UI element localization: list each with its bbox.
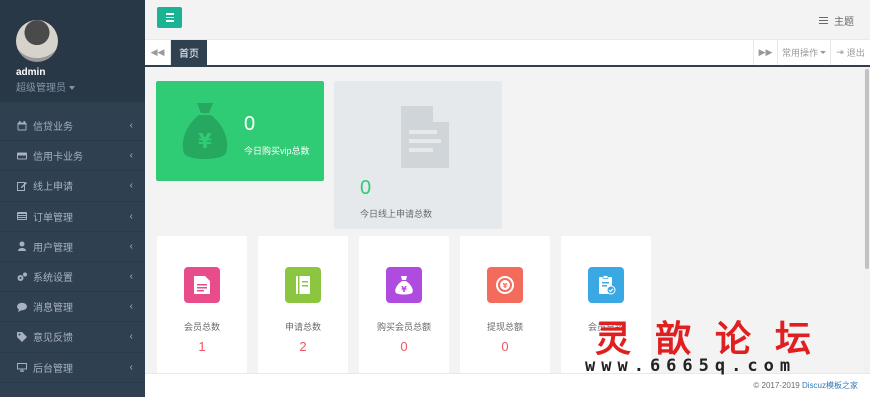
card-label: 会员总数 <box>183 322 220 332</box>
sidebar-nav: 信贷业务 ‹ 信用卡业务 ‹ 线上申请 ‹ 订单管理 ‹ 用户管理 ‹ 系统设置… <box>0 111 145 383</box>
card-label: 提现总额 <box>486 322 523 332</box>
tag-icon <box>16 331 28 343</box>
sidebar-item-settings[interactable]: 系统设置 ‹ <box>0 262 145 293</box>
card-value: 0 <box>501 339 509 354</box>
user-icon <box>16 240 28 252</box>
profile-role: 超级管理员 <box>16 83 66 94</box>
card-label: 会员总数 <box>587 322 624 332</box>
profile-role-dropdown[interactable]: 超级管理员 <box>16 79 145 94</box>
logout-button[interactable]: ⇥ 退出 <box>830 40 870 65</box>
logout-label: 退出 <box>846 48 865 58</box>
chevron-left-icon: ‹ <box>129 331 133 343</box>
chevron-left-icon: ‹ <box>129 180 133 192</box>
chevron-left-icon: ‹ <box>129 120 133 132</box>
common-ops-dropdown[interactable]: 常用操作 <box>777 40 830 65</box>
stat-card-withdraw[interactable]: ¥ 提现总额 0 <box>460 236 550 373</box>
card-label: 申请总数 <box>284 322 321 332</box>
notebook-icon <box>285 267 321 303</box>
content-scrollbar[interactable] <box>864 67 870 373</box>
tab-home[interactable]: 首页 <box>171 40 207 65</box>
sidebar-item-label: 用户管理 <box>33 242 73 254</box>
tab-scroll-left-button[interactable]: ◀◀ <box>145 40 171 65</box>
chevron-left-icon: ‹ <box>129 301 133 313</box>
desktop-icon <box>16 361 28 373</box>
sidebar-item-label: 信用卡业务 <box>33 152 83 164</box>
footer: © 2017-2019 Discuz模板之家 <box>145 373 870 397</box>
sidebar-item-users[interactable]: 用户管理 ‹ <box>0 232 145 262</box>
edit-icon <box>16 180 28 192</box>
vip-purchase-stat: ¥ 0 今日购买vip总数 <box>156 81 324 181</box>
clipboard-check-icon <box>588 267 624 303</box>
sidebar-item-loan[interactable]: 信贷业务 ‹ <box>0 111 145 142</box>
profile-username: admin <box>16 67 46 78</box>
svg-text:¥: ¥ <box>198 129 212 153</box>
sidebar-item-label: 信贷业务 <box>33 122 73 134</box>
sidebar-item-credit-card[interactable]: 信用卡业务 ‹ <box>0 141 145 172</box>
sidebar-item-label: 后台管理 <box>33 363 73 375</box>
footer-link[interactable]: Discuz模板之家 <box>802 381 858 390</box>
chevron-left-icon: ‹ <box>129 210 133 222</box>
gears-icon <box>16 271 28 283</box>
caret-down-icon <box>69 86 75 91</box>
stat-card-members[interactable]: 会员总数 1 <box>157 236 247 373</box>
common-ops-label: 常用操作 <box>781 48 818 58</box>
theme-icon <box>819 17 828 24</box>
scrollbar-thumb[interactable] <box>865 69 869 269</box>
card-value: 2 <box>299 339 307 354</box>
tab-scroll-right-button[interactable]: ▶▶ <box>753 40 777 65</box>
avatar[interactable] <box>16 20 58 62</box>
stat-card-members-2[interactable]: 会员总数 <box>561 236 651 373</box>
card-label: 购买会员总额 <box>376 322 431 332</box>
list-icon <box>16 210 28 222</box>
online-apply-stat: 0 今日线上申请总数 <box>334 81 502 229</box>
sidebar-item-label: 意见反馈 <box>33 333 73 345</box>
chevron-left-icon: ‹ <box>129 271 133 283</box>
sidebar-item-online-apply[interactable]: 线上申请 ‹ <box>0 171 145 202</box>
document-icon <box>401 106 449 168</box>
member-document-icon <box>184 267 220 303</box>
chevron-left-icon: ‹ <box>129 240 133 252</box>
sidebar-item-messages[interactable]: 消息管理 ‹ <box>0 292 145 323</box>
sign-out-icon: ⇥ <box>836 47 844 57</box>
card-value: 0 <box>400 339 408 354</box>
copyright: © 2017-2019 Discuz模板之家 <box>753 380 858 391</box>
top-bar: 主题 <box>145 0 870 40</box>
theme-label: 主题 <box>834 17 854 28</box>
backward-icon: ◀◀ <box>150 47 165 57</box>
comment-icon <box>16 301 28 313</box>
calendar-icon <box>16 120 28 132</box>
vip-purchase-count: 0 <box>244 113 256 135</box>
online-apply-count: 0 <box>360 177 372 199</box>
copyright-text: © 2017-2019 <box>753 381 802 390</box>
card-value: 1 <box>198 339 206 354</box>
svg-text:¥: ¥ <box>503 282 508 290</box>
svg-text:¥: ¥ <box>401 285 407 294</box>
money-bag-icon: ¥ <box>182 103 228 159</box>
theme-button[interactable]: 主题 <box>819 13 854 28</box>
tab-bar: ◀◀ 首页 ▶▶ 常用操作 ⇥ 退出 <box>145 40 870 67</box>
sidebar-item-label: 订单管理 <box>33 212 73 224</box>
money-bag-icon: ¥ <box>386 267 422 303</box>
sidebar-item-admin[interactable]: 后台管理 ‹ <box>0 353 145 383</box>
sidebar-item-label: 系统设置 <box>33 273 73 285</box>
main-content: ¥ 0 今日购买vip总数 0 今日线上申请总数 会员总数 1 申请总数 2 ¥ <box>145 67 864 373</box>
stat-card-vip-amount[interactable]: ¥ 购买会员总额 0 <box>359 236 449 373</box>
sidebar-item-orders[interactable]: 订单管理 ‹ <box>0 202 145 232</box>
online-apply-label: 今日线上申请总数 <box>360 209 433 219</box>
credit-card-icon <box>16 150 28 162</box>
menu-toggle-button[interactable] <box>157 7 182 28</box>
sidebar-item-feedback[interactable]: 意见反馈 ‹ <box>0 322 145 353</box>
caret-down-icon <box>820 51 826 54</box>
profile-panel: admin 超级管理员 <box>0 0 145 102</box>
sidebar-item-label: 线上申请 <box>33 182 73 194</box>
sidebar-item-label: 消息管理 <box>33 303 73 315</box>
forward-icon: ▶▶ <box>758 47 773 57</box>
bars-icon <box>165 13 174 15</box>
stat-card-applications[interactable]: 申请总数 2 <box>258 236 348 373</box>
chevron-left-icon: ‹ <box>129 361 133 373</box>
vip-purchase-label: 今日购买vip总数 <box>244 146 310 156</box>
chevron-left-icon: ‹ <box>129 150 133 162</box>
refund-icon: ¥ <box>487 267 523 303</box>
sidebar: admin 超级管理员 信贷业务 ‹ 信用卡业务 ‹ 线上申请 ‹ 订单管理 ‹… <box>0 0 145 397</box>
